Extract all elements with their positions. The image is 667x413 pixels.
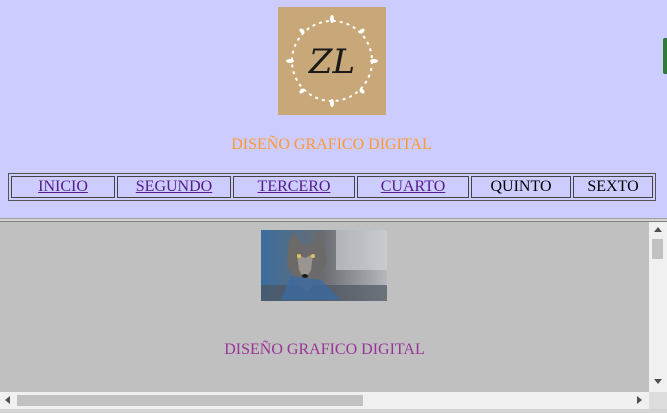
nav-link-segundo[interactable]: SEGUNDO — [136, 178, 212, 195]
bottom-title: DISEÑO GRAFICO DIGITAL — [224, 341, 425, 358]
nav-cell-segundo: SEGUNDO — [117, 176, 231, 198]
nav-link-tercero[interactable]: TERCERO — [258, 178, 331, 195]
vertical-scrollbar[interactable] — [649, 222, 667, 392]
scroll-down-icon[interactable] — [654, 379, 662, 384]
nav-cell-cuarto: CUARTO — [357, 176, 469, 198]
bottom-frame: DISEÑO GRAFICO DIGITAL — [0, 222, 649, 392]
scroll-left-icon[interactable] — [5, 396, 10, 404]
svg-text:ZL: ZL — [308, 42, 355, 82]
laurel-wreath-icon: ZL — [286, 15, 378, 107]
scrollbar-corner — [649, 392, 667, 409]
logo: ZL — [278, 7, 386, 115]
scroll-up-icon[interactable] — [654, 227, 662, 232]
nav-cell-sexto: SEXTO — [573, 176, 653, 198]
nav-cell-quinto: QUINTO — [471, 176, 571, 198]
horizontal-scroll-thumb[interactable] — [17, 395, 363, 406]
nav-cell-tercero: TERCERO — [233, 176, 355, 198]
nav-link-inicio[interactable]: INICIO — [38, 178, 88, 195]
nav-table: INICIO SEGUNDO TERCERO CUARTO QUINTO SEX… — [8, 173, 656, 201]
horizontal-scrollbar[interactable] — [0, 392, 649, 409]
nav-link-cuarto[interactable]: CUARTO — [381, 178, 446, 195]
nav-label-quinto: QUINTO — [490, 178, 552, 195]
window-bottom-border — [0, 409, 667, 413]
nav-cell-inicio: INICIO — [11, 176, 115, 198]
top-title: DISEÑO GRAFICO DIGITAL — [231, 136, 432, 153]
nav-label-sexto: SEXTO — [587, 178, 639, 195]
top-frame: ZL DISEÑO GRAFICO DIGITAL INICIO SEGUNDO… — [0, 0, 667, 218]
window-edge-tab — [663, 38, 667, 74]
vertical-scroll-thumb[interactable] — [652, 239, 663, 259]
scroll-right-icon[interactable] — [637, 396, 642, 404]
wolf-image — [261, 230, 387, 301]
